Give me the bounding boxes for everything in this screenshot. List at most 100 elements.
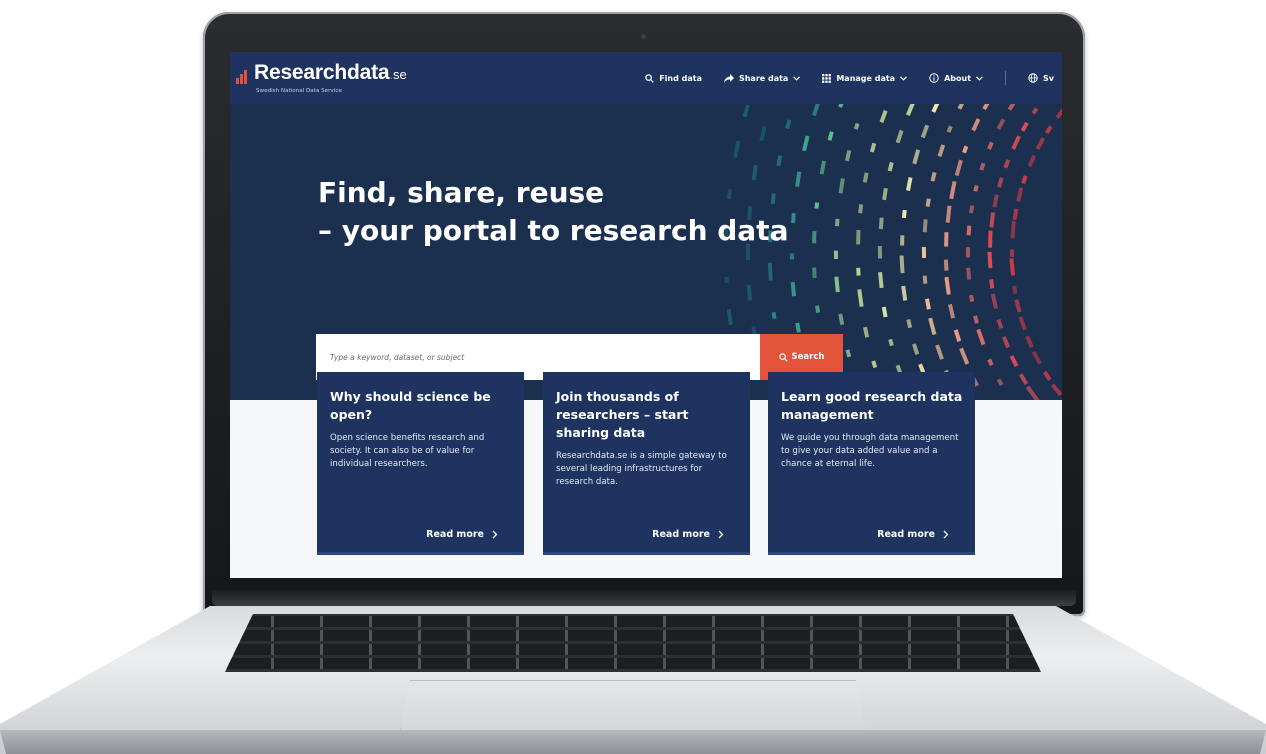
viz-tile — [871, 360, 878, 369]
viz-tile — [989, 279, 995, 289]
card-title: Join thousands of researchers – start sh… — [556, 389, 689, 440]
viz-tile — [965, 247, 971, 258]
card-title: Why should science be open? — [330, 389, 491, 422]
viz-tile — [862, 326, 870, 338]
viz-tile — [925, 298, 931, 310]
chevron-down-icon — [976, 75, 983, 81]
logo-text: Researchdata — [254, 61, 390, 84]
viz-tile — [1009, 258, 1016, 276]
viz-tile — [925, 198, 931, 207]
logo-suffix: se — [392, 67, 407, 82]
viz-tile — [802, 135, 810, 152]
viz-tile — [856, 267, 861, 276]
viz-tile — [989, 212, 996, 228]
viz-tile — [1027, 154, 1036, 167]
nav-divider — [1005, 71, 1007, 85]
viz-tile — [838, 313, 845, 326]
viz-tile — [946, 125, 953, 133]
viz-tile — [862, 172, 869, 183]
viz-tile — [1012, 208, 1019, 221]
viz-tile — [954, 159, 963, 177]
viz-tile — [838, 104, 846, 108]
search-icon — [645, 73, 654, 83]
viz-tile — [795, 322, 801, 333]
viz-tile — [987, 358, 994, 366]
chevron-right-icon — [718, 530, 724, 539]
viz-tile — [771, 312, 777, 320]
viz-tile — [976, 328, 986, 346]
viz-tile — [724, 276, 729, 284]
viz-tile — [895, 129, 904, 144]
nav-find-data[interactable]: Find data — [645, 74, 702, 83]
read-more-link[interactable]: Read more — [652, 529, 724, 540]
viz-tile — [1018, 315, 1027, 331]
logo-tagline: Swedish National Data Service — [256, 88, 342, 94]
viz-tile — [838, 178, 845, 194]
viz-tile — [922, 219, 928, 233]
viz-tile — [1002, 336, 1010, 349]
viz-tile — [878, 217, 884, 230]
viz-tile — [776, 155, 783, 167]
card-text: We guide you through data management to … — [781, 433, 959, 469]
viz-tile — [997, 177, 1004, 188]
card-share-data[interactable]: Join thousands of researchers – start sh… — [543, 372, 750, 552]
viz-tile — [962, 145, 969, 154]
viz-tile — [790, 282, 796, 297]
read-more-link[interactable]: Read more — [877, 529, 949, 540]
viz-tile — [988, 230, 993, 248]
nav-label: Share data — [738, 73, 789, 83]
viz-tile — [996, 318, 1004, 329]
viz-tile — [887, 161, 894, 172]
viz-tile — [1018, 373, 1029, 385]
read-more-label: Read more — [877, 529, 935, 540]
share-arrow-icon — [723, 73, 734, 83]
chevron-down-icon — [900, 75, 908, 81]
viz-tile — [759, 125, 767, 142]
viz-tile — [1031, 107, 1039, 115]
viz-tile — [812, 104, 821, 117]
viz-tile — [990, 293, 998, 309]
card-data-management[interactable]: Learn good research data management We g… — [768, 372, 975, 552]
search-icon — [778, 352, 788, 362]
viz-tile — [944, 276, 951, 295]
viz-tile — [1003, 159, 1011, 169]
viz-tile — [943, 259, 949, 271]
viz-tile — [869, 142, 877, 153]
search-input[interactable] — [328, 341, 752, 373]
card-open-science[interactable]: Why should science be open? Open science… — [317, 372, 524, 552]
viz-tile — [928, 317, 937, 336]
nav-label: Manage data — [836, 73, 896, 83]
trackpad — [400, 680, 866, 732]
hero-section: Find, share, reuse – your portal to rese… — [230, 104, 1062, 400]
viz-tile — [878, 271, 884, 289]
nav-manage-data[interactable]: Manage data — [822, 73, 908, 83]
viz-tile — [812, 267, 817, 279]
language-switch[interactable]: Sv — [1028, 73, 1054, 83]
viz-tile — [881, 306, 888, 318]
viz-tile — [877, 246, 883, 259]
viz-tile — [1025, 385, 1040, 400]
viz-tile — [815, 305, 821, 313]
laptop-front-edge — [0, 730, 1266, 754]
viz-tile — [845, 349, 852, 358]
viz-tile — [912, 149, 921, 165]
viz-tile — [905, 104, 915, 116]
viz-tile — [1025, 335, 1034, 348]
chevron-right-icon — [943, 530, 949, 539]
viz-tile — [888, 338, 894, 347]
viz-tile — [733, 140, 741, 159]
viz-tile — [1016, 187, 1024, 202]
nav-share-data[interactable]: Share data — [723, 73, 801, 83]
viz-tile — [1031, 350, 1042, 365]
laptop-hinge — [212, 590, 1076, 606]
site-logo[interactable]: Researchdata.se Swedish National Data Se… — [236, 61, 407, 94]
viz-tile — [996, 118, 1006, 130]
viz-tile — [844, 149, 852, 162]
viz-tile — [969, 205, 975, 214]
viz-tile — [857, 289, 864, 307]
nav-about[interactable]: About — [929, 73, 983, 83]
read-more-link[interactable]: Read more — [426, 529, 498, 540]
viz-tile — [930, 171, 937, 182]
viz-tile — [899, 255, 905, 274]
viz-tile — [901, 285, 908, 301]
